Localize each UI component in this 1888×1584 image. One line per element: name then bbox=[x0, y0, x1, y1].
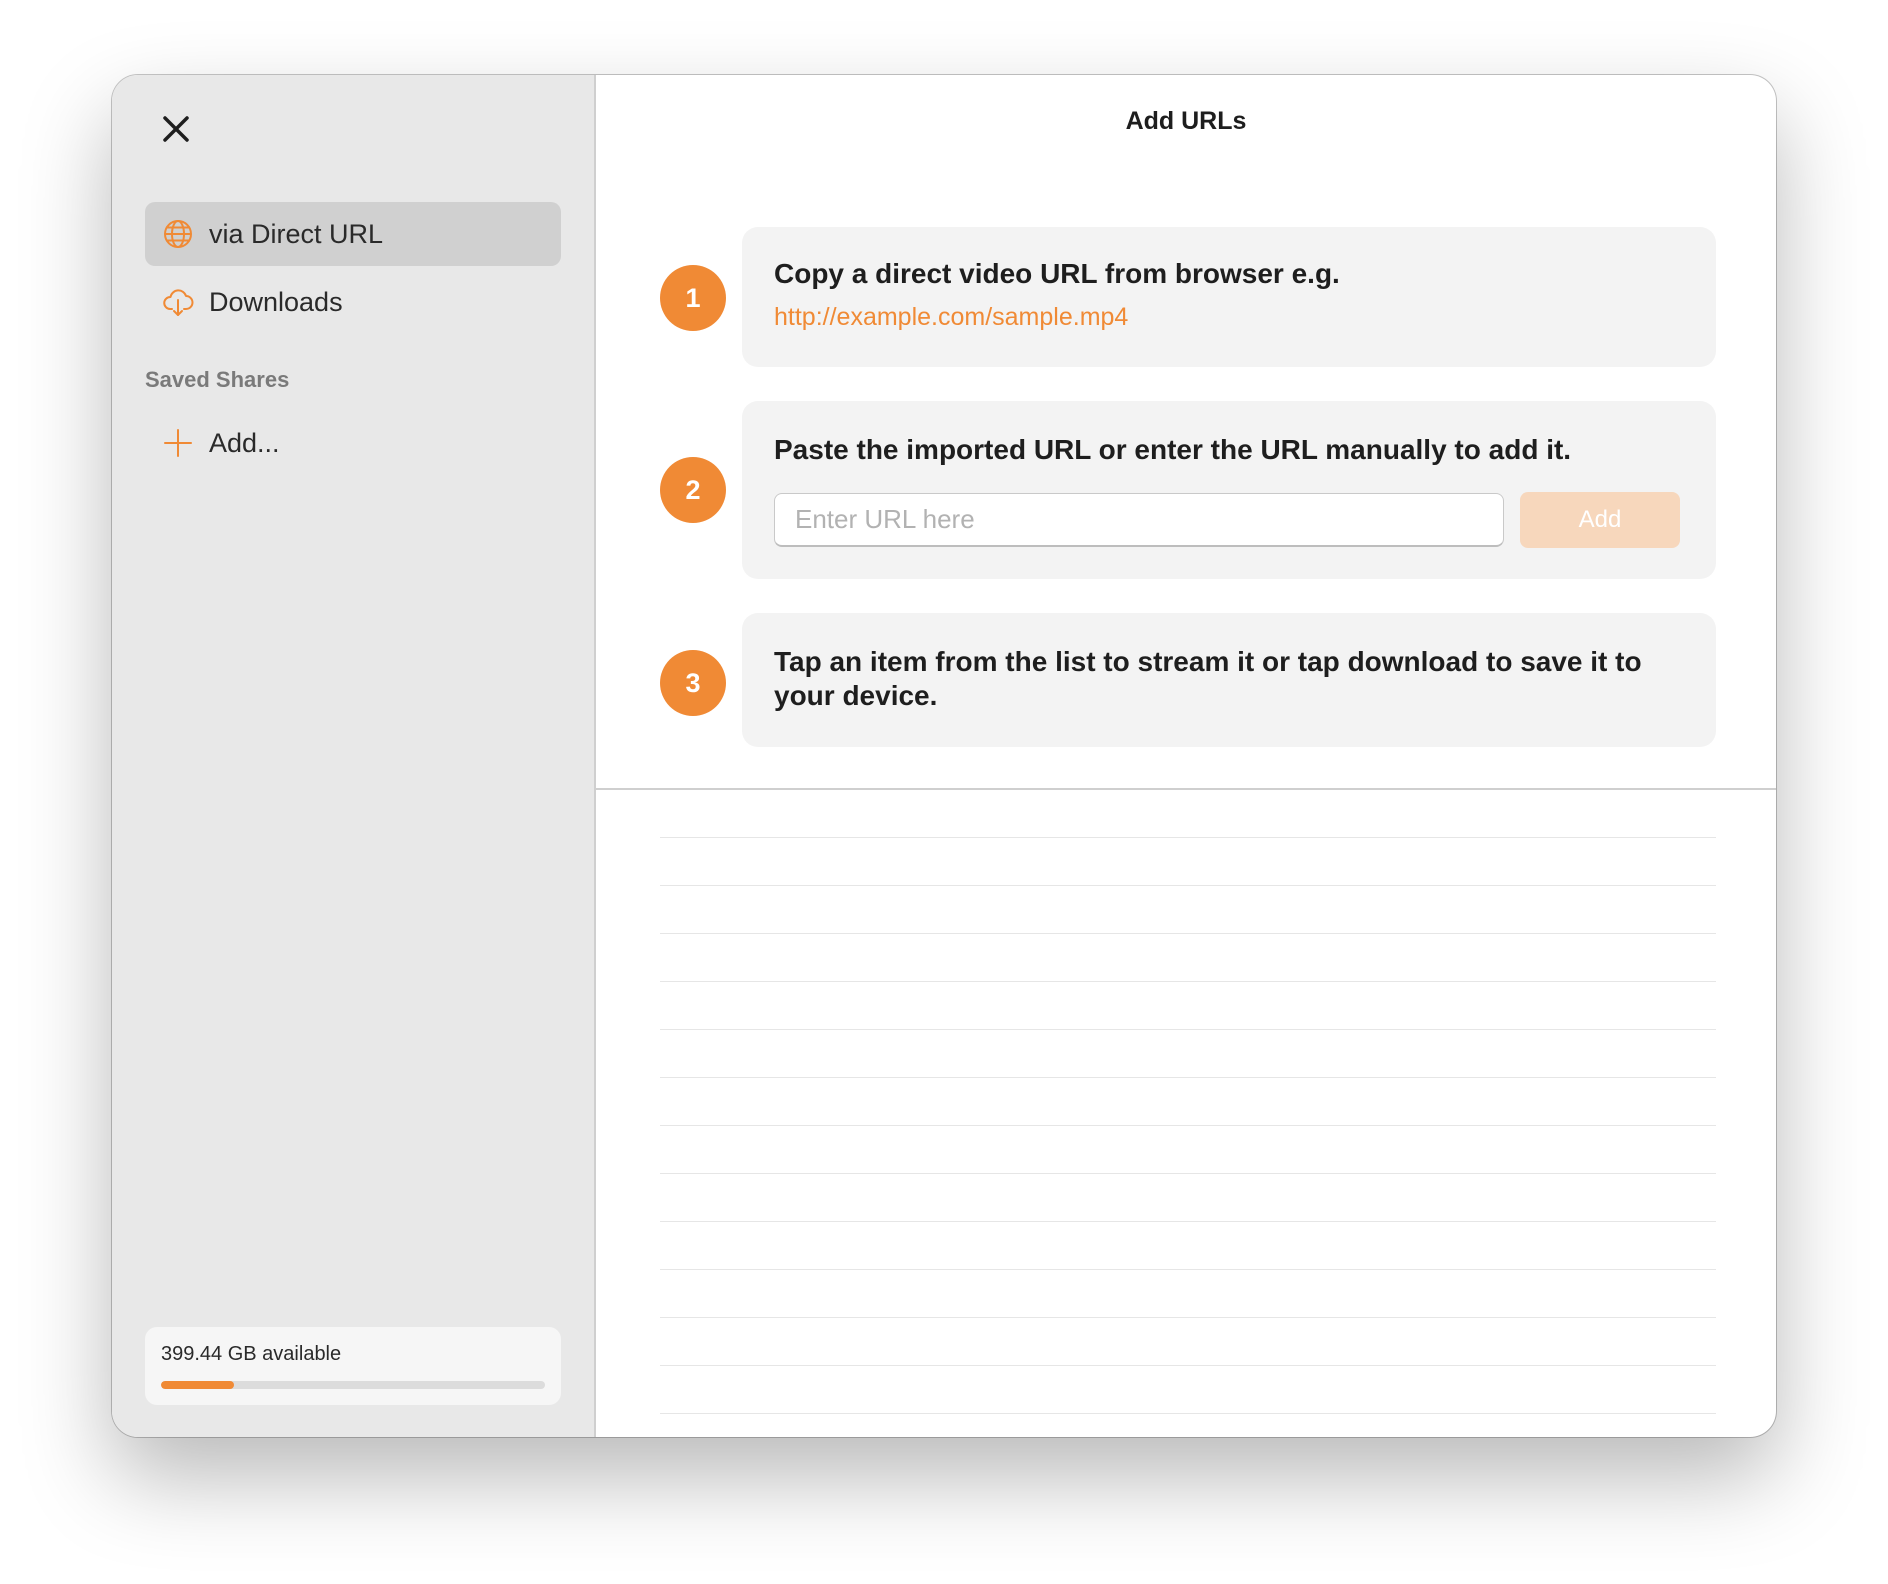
list-row bbox=[660, 1366, 1716, 1414]
list-row bbox=[660, 838, 1716, 886]
step-2-card: Paste the imported URL or enter the URL … bbox=[742, 401, 1716, 579]
page-title: Add URLs bbox=[1125, 107, 1247, 135]
app-window: via Direct URL Downloads Saved Shares Ad… bbox=[112, 75, 1776, 1437]
step-3-card: Tap an item from the list to stream it o… bbox=[742, 613, 1716, 747]
close-icon bbox=[163, 116, 189, 142]
url-list bbox=[660, 790, 1716, 1414]
list-row bbox=[660, 1222, 1716, 1270]
step-3-text: Tap an item from the list to stream it o… bbox=[774, 646, 1642, 711]
sidebar-item-direct-url[interactable]: via Direct URL bbox=[145, 202, 561, 266]
list-row bbox=[660, 1078, 1716, 1126]
storage-indicator: 399.44 GB available bbox=[145, 1327, 561, 1405]
cloud-download-icon bbox=[161, 285, 195, 319]
list-row bbox=[660, 934, 1716, 982]
step-1-text: Copy a direct video URL from browser e.g… bbox=[774, 258, 1340, 289]
example-url-link[interactable]: http://example.com/sample.mp4 bbox=[774, 303, 1128, 332]
sidebar-item-downloads[interactable]: Downloads bbox=[145, 270, 561, 334]
add-share-button[interactable]: Add... bbox=[145, 411, 561, 475]
list-row bbox=[660, 1174, 1716, 1222]
step-1-card: Copy a direct video URL from browser e.g… bbox=[742, 227, 1716, 367]
list-row bbox=[660, 790, 1716, 838]
url-input[interactable] bbox=[774, 493, 1504, 547]
main-panel: Add URLs 1 Copy a direct video URL from … bbox=[596, 75, 1776, 1437]
list-row bbox=[660, 1126, 1716, 1174]
add-share-label: Add... bbox=[209, 427, 280, 458]
step-2-badge: 2 bbox=[660, 457, 726, 523]
close-button[interactable] bbox=[156, 109, 196, 149]
storage-text: 399.44 GB available bbox=[161, 1343, 342, 1365]
step-1-badge: 1 bbox=[660, 265, 726, 331]
list-row bbox=[660, 1030, 1716, 1078]
add-button[interactable]: Add bbox=[1520, 492, 1680, 548]
list-row bbox=[660, 1270, 1716, 1318]
globe-icon bbox=[161, 217, 195, 251]
saved-shares-heading: Saved Shares bbox=[145, 367, 290, 392]
sidebar-item-label: Downloads bbox=[209, 286, 343, 317]
list-row bbox=[660, 886, 1716, 934]
list-row bbox=[660, 1318, 1716, 1366]
sidebar-item-label: via Direct URL bbox=[209, 218, 384, 249]
storage-bar bbox=[161, 1381, 545, 1389]
step-2-text: Paste the imported URL or enter the URL … bbox=[774, 434, 1572, 465]
step-3-badge: 3 bbox=[660, 650, 726, 716]
plus-icon bbox=[161, 426, 195, 460]
list-row bbox=[660, 982, 1716, 1030]
storage-bar-fill bbox=[161, 1381, 234, 1389]
sidebar: via Direct URL Downloads Saved Shares Ad… bbox=[112, 75, 596, 1437]
